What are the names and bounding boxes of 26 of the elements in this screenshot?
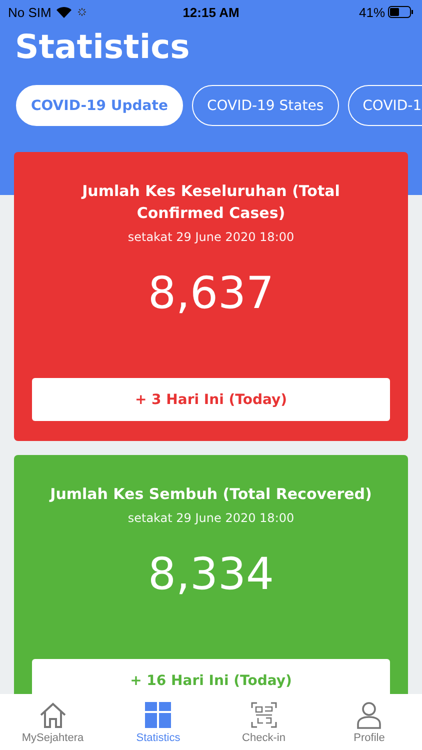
home-icon [38,701,68,729]
card-date: setakat 29 June 2020 18:00 [128,511,294,525]
card-title: Jumlah Kes Sembuh (Total Recovered) [50,484,372,505]
qr-code-icon [250,701,278,729]
card-date: setakat 29 June 2020 18:00 [128,230,294,244]
battery-percent: 41% [358,4,386,20]
case-count: 8,334 [148,549,274,601]
card-title: Jumlah Kes Keseluruhan (Total Confirmed Cases) [80,181,341,224]
wifi-icon [56,6,72,18]
tab[interactable]: COVID-19 Update [16,85,183,126]
battery-icon [388,6,414,18]
tab[interactable]: COVID-19 States [192,85,339,126]
loading-icon [77,7,88,17]
profile-icon [355,701,384,729]
carrier-label: No SIM [8,4,52,20]
nav-item[interactable]: Profile [316,694,422,750]
tab[interactable]: COVID-1 [348,85,422,126]
dashboard-icon [144,701,172,729]
page-title: Statistics [15,26,190,68]
today-button[interactable]: + 3 Hari Ini (Today) [32,378,390,421]
nav-item[interactable]: MySejahtera [0,694,106,750]
time-label: 12:15 AM [182,4,240,20]
today-button[interactable]: + 16 Hari Ini (Today) [32,659,390,694]
nav-item[interactable]: Statistics [106,694,211,750]
case-count: 8,637 [148,268,274,320]
nav-item[interactable]: Check-in [211,694,316,750]
